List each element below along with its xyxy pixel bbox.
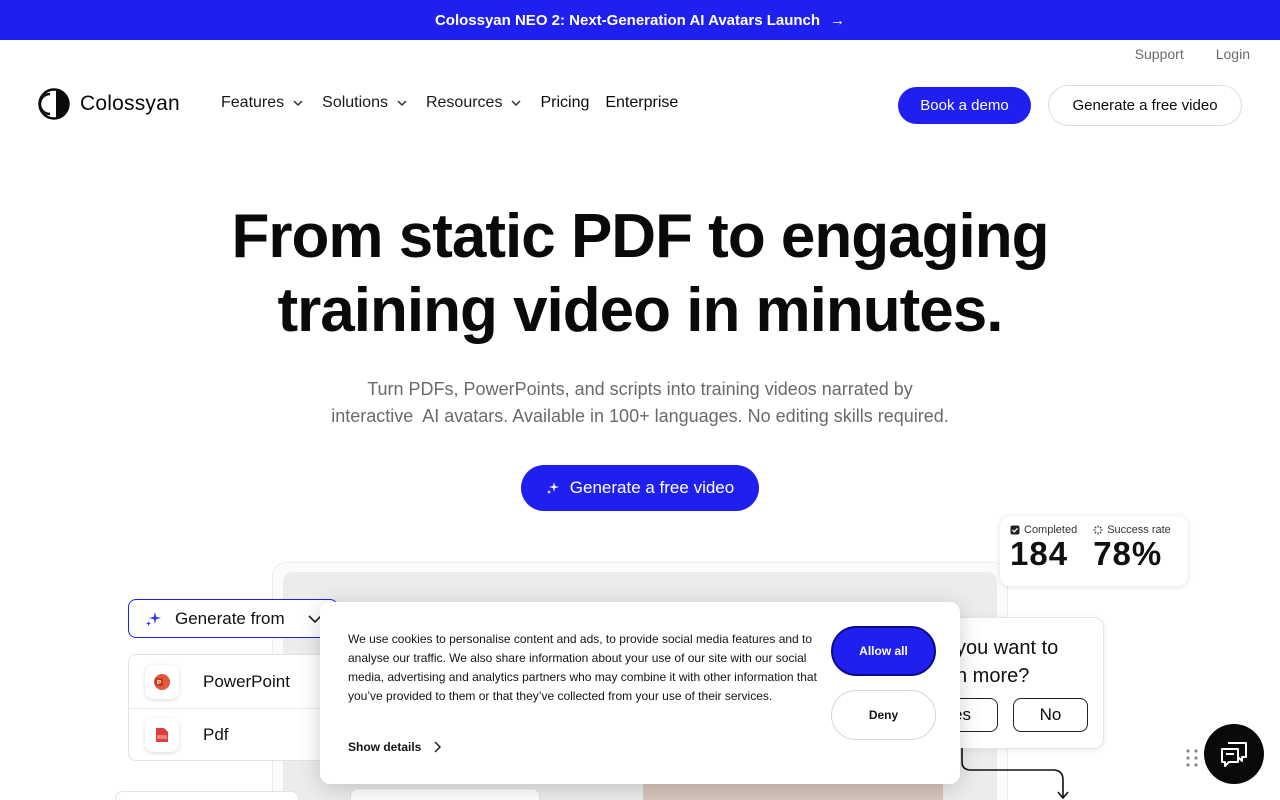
hero-cta-label: Generate a free video <box>569 478 735 497</box>
sparkle-icon <box>146 611 161 626</box>
stats-card: Completed 184 Success rate 78% <box>1000 516 1188 586</box>
drag-handle-icon[interactable] <box>1185 748 1199 768</box>
no-button[interactable]: No <box>1013 698 1088 732</box>
hero-subtitle: Turn PDFs, PowerPoints, and scripts into… <box>0 376 1280 430</box>
support-link[interactable]: Support <box>1135 46 1184 62</box>
hero-title: From static PDF to engaging training vid… <box>0 200 1280 348</box>
question-line1: you want to <box>956 637 1059 659</box>
chat-icon <box>1221 742 1247 767</box>
nav-features-label: Features <box>221 94 285 111</box>
hero-subtitle-line1: Turn PDFs, PowerPoints, and scripts into… <box>367 379 913 399</box>
source-option-pdf-label: Pdf <box>203 725 229 744</box>
source-option-pdf[interactable]: Pdf <box>129 708 327 760</box>
loading-icon <box>1093 525 1103 535</box>
book-demo-button[interactable]: Book a demo <box>898 87 1031 124</box>
show-details-label: Show details <box>348 740 422 754</box>
preview-card <box>350 788 540 800</box>
chevron-down-icon <box>293 100 303 107</box>
chat-widget-button[interactable] <box>1204 724 1264 784</box>
nav-resources-label: Resources <box>425 94 503 111</box>
flow-connector <box>961 748 1069 800</box>
nav-solutions[interactable]: Solutions <box>322 94 408 112</box>
deny-button[interactable]: Deny <box>831 690 936 740</box>
utility-links: Support Login <box>1135 46 1250 62</box>
announcement-banner[interactable]: Colossyan NEO 2: Next-Generation AI Avat… <box>0 0 1280 40</box>
chevron-right-icon <box>434 741 442 753</box>
sparkle-icon <box>546 482 559 494</box>
generate-from-dropdown[interactable]: Generate from <box>128 599 338 638</box>
banner-text: Colossyan NEO 2: Next-Generation AI Avat… <box>434 11 821 29</box>
logo[interactable]: Colossyan <box>38 88 180 120</box>
nav-features[interactable]: Features <box>221 94 304 112</box>
login-link[interactable]: Login <box>1216 46 1250 62</box>
stat-success-value: 78% <box>1093 535 1163 572</box>
hero-title-line2: training video in minutes. <box>277 276 1004 345</box>
avatar-video-thumbnail <box>643 784 943 800</box>
generate-from-label: Generate from <box>175 608 285 628</box>
nav-enterprise[interactable]: Enterprise <box>605 94 678 112</box>
cookie-text: We use cookies to personalise content an… <box>348 632 817 703</box>
pdf-icon <box>145 718 179 752</box>
stat-completed-value: 184 <box>1010 535 1069 572</box>
hero-title-line1: From static PDF to engaging <box>231 202 1050 271</box>
main-nav: Features Solutions Resources Pricing Ent… <box>221 94 694 112</box>
generate-free-video-hero-button[interactable]: Generate a free video <box>521 465 759 511</box>
nav-solutions-label: Solutions <box>322 94 388 111</box>
question-line2: n more? <box>956 665 1030 687</box>
hero-subtitle-line2: interactive AI avatars. Available in 100… <box>331 406 949 426</box>
logo-text: Colossyan <box>80 92 180 115</box>
powerpoint-icon: P <box>145 664 179 699</box>
completed-icon <box>1010 525 1020 535</box>
svg-text:P: P <box>157 680 161 686</box>
generate-free-video-header-button[interactable]: Generate a free video <box>1048 85 1242 126</box>
allow-all-button[interactable]: Allow all <box>831 626 936 676</box>
chevron-down-icon <box>511 100 521 107</box>
cookie-consent-dialog: We use cookies to personalise content an… <box>320 602 960 784</box>
source-option-powerpoint-label: PowerPoint <box>203 671 290 691</box>
colossyan-logo-icon <box>38 88 70 120</box>
preview-card <box>115 791 299 800</box>
question-text: you want to n more? <box>956 634 1058 690</box>
nav-pricing[interactable]: Pricing <box>540 94 589 112</box>
interactive-question-card: you want to n more? es No <box>926 617 1104 749</box>
source-type-list: P PowerPoint Pdf <box>128 654 328 761</box>
chevron-down-icon <box>397 100 407 107</box>
nav-resources[interactable]: Resources <box>426 94 522 112</box>
stat-success: Success rate 78% <box>1093 524 1171 578</box>
arrow-right-icon: → <box>830 11 846 29</box>
stat-completed: Completed 184 <box>1010 524 1077 578</box>
source-option-powerpoint[interactable]: P PowerPoint <box>129 655 327 708</box>
show-details-link[interactable]: Show details <box>348 740 442 754</box>
